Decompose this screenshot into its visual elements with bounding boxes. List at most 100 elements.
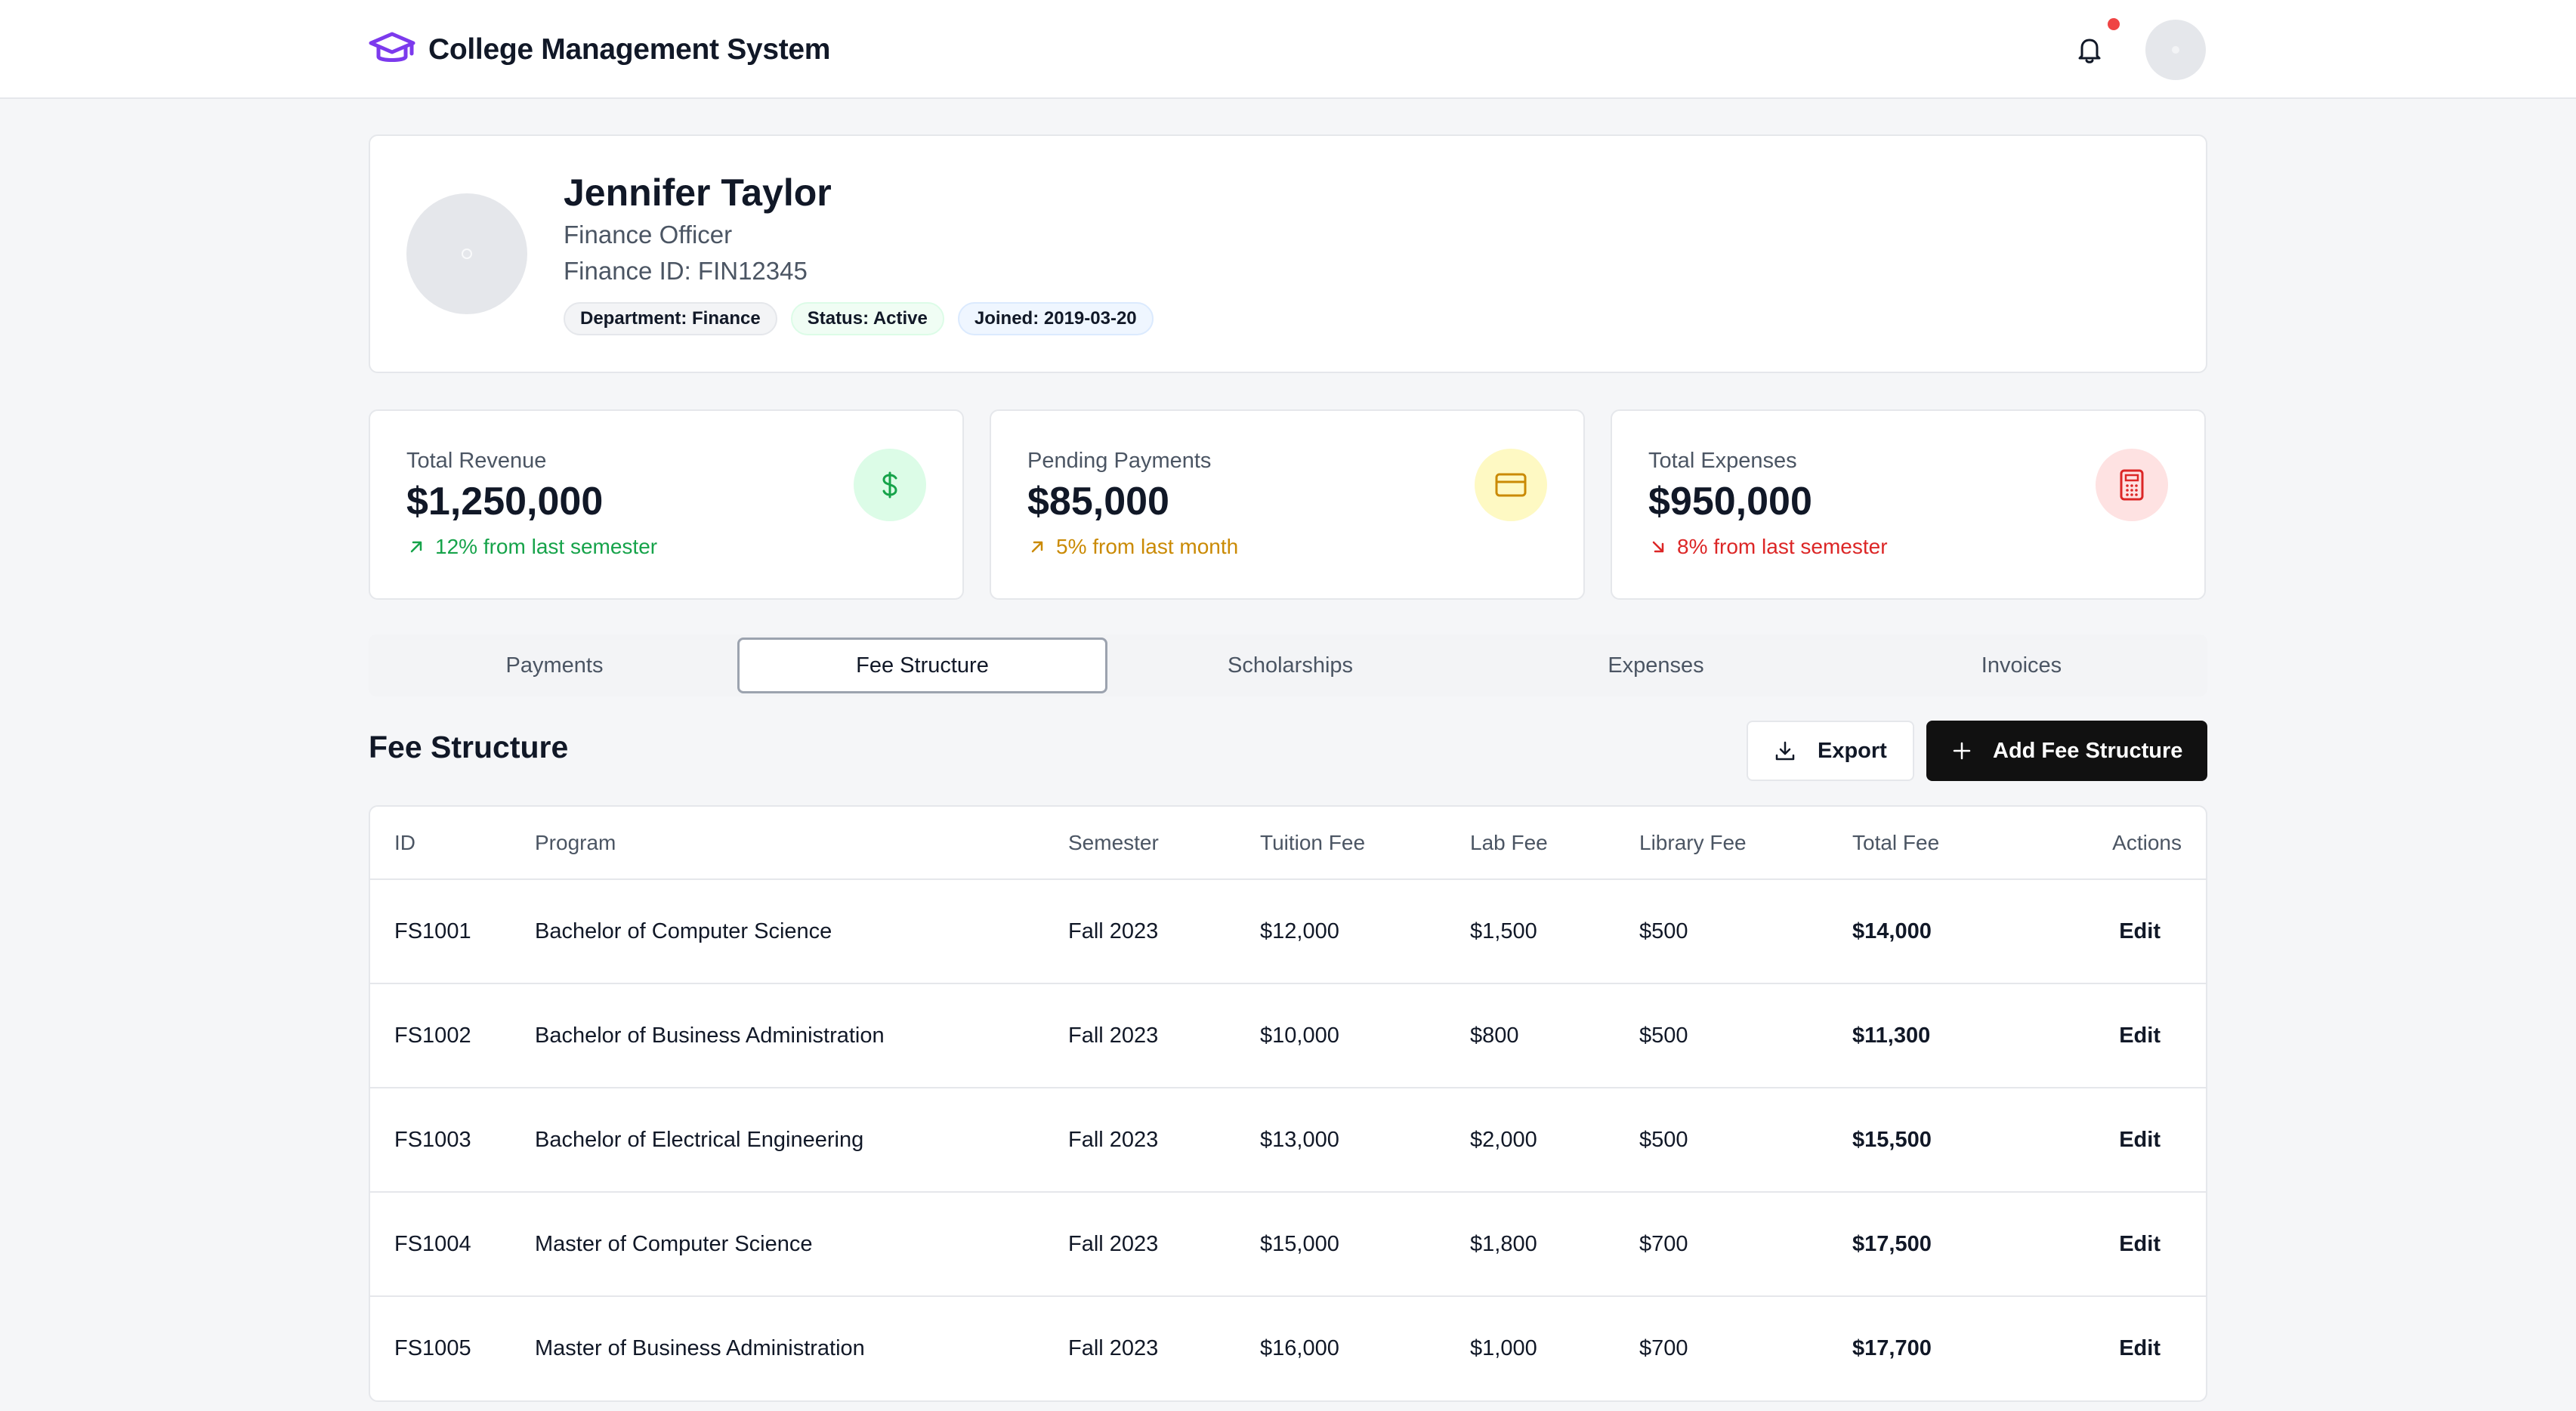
notification-indicator (2108, 18, 2120, 30)
tab-invoices[interactable]: Invoices (1839, 638, 2204, 693)
column-header-total-fee: Total Fee (1852, 807, 2079, 880)
section-title: Fee Structure (369, 730, 569, 764)
cell-library-fee: $700 (1639, 1192, 1852, 1297)
notification-bell-icon[interactable] (2076, 35, 2103, 65)
profile-name: Jennifer Taylor (564, 171, 832, 214)
fee-structure-table: ID Program Semester Tuition Fee Lab Fee … (370, 807, 2206, 1400)
cell-semester: Fall 2023 (1068, 1336, 1159, 1360)
stat-label: Total Revenue (406, 449, 547, 473)
stat-value: $1,250,000 (406, 480, 604, 523)
profile-finance-id: Finance ID: FIN12345 (564, 257, 808, 285)
arrow-up-right-icon (410, 541, 422, 553)
export-button[interactable]: Export (1747, 721, 1914, 781)
cell-id: FS1004 (370, 1192, 535, 1297)
graduation-cap-icon (369, 32, 415, 62)
stat-card-total-expenses: Total Expenses $950,000 8% from last sem… (1611, 409, 2206, 600)
cell-program: Master of Computer Science (535, 1192, 1068, 1297)
table-row: FS1003 Bachelor of Electrical Engineerin… (370, 1088, 2206, 1193)
edit-button[interactable]: Edit (2079, 983, 2206, 1088)
table-header-row: ID Program Semester Tuition Fee Lab Fee … (370, 807, 2206, 880)
cell-library-fee: $500 (1639, 1088, 1852, 1193)
cell-total-fee: $14,000 (1852, 879, 2079, 984)
cell-semester: Fall 2023 (1068, 1192, 1260, 1297)
cell-library-fee: $500 (1639, 983, 1852, 1088)
tab-scholarships[interactable]: Scholarships (1107, 638, 1473, 693)
edit-button[interactable]: Edit (2079, 1192, 2206, 1297)
cell-program: Bachelor of Computer Science (535, 879, 1068, 984)
tab-fee-structure[interactable]: Fee Structure (737, 638, 1107, 693)
profile-avatar (406, 193, 527, 314)
credit-card-icon (1475, 449, 1547, 521)
cell-lab-fee: $1,000 (1470, 1336, 1537, 1360)
cell-semester: Fall 2023 (1068, 879, 1260, 984)
profile-badges: Department: Finance Status: Active Joine… (564, 302, 1154, 335)
profile-card: Jennifer Taylor Finance Officer Finance … (369, 134, 2207, 373)
add-fee-structure-button[interactable]: Add Fee Structure (1926, 721, 2207, 781)
cell-tuition-fee: $12,000 (1260, 879, 1470, 984)
cell-semester: Fall 2023 (1068, 983, 1260, 1088)
cell-lab-fee: $2,000 (1470, 1088, 1639, 1193)
stat-value: $950,000 (1648, 480, 1812, 523)
stat-trend: 8% from last semester (1648, 535, 1888, 559)
stat-value: $85,000 (1027, 480, 1169, 523)
edit-button[interactable]: Edit (2079, 1088, 2206, 1193)
edit-button[interactable]: Edit (2079, 879, 2206, 984)
fee-structure-table-card: ID Program Semester Tuition Fee Lab Fee … (369, 805, 2207, 1402)
column-header-id: ID (370, 807, 535, 880)
status-badge: Status: Active (790, 302, 944, 335)
cell-program: Master of Business Administration (535, 1336, 865, 1360)
calculator-icon (2096, 449, 2168, 521)
arrow-up-right-icon (1031, 541, 1043, 553)
cell-id: FS1002 (370, 983, 535, 1088)
edit-button[interactable]: Edit (2079, 1296, 2206, 1400)
dollar-icon (854, 449, 926, 521)
tab-expenses[interactable]: Expenses (1473, 638, 1839, 693)
finance-tabs: Payments Fee Structure Scholarships Expe… (369, 634, 2207, 696)
stat-card-pending-payments: Pending Payments $85,000 5% from last mo… (990, 409, 1585, 600)
top-navigation-bar: College Management System (0, 0, 2576, 99)
cell-program: Bachelor of Business Administration (535, 983, 1068, 1088)
column-header-program: Program (535, 807, 1068, 880)
stat-trend: 12% from last semester (406, 535, 657, 559)
profile-role: Finance Officer (564, 221, 733, 249)
stat-trend: 5% from last month (1027, 535, 1238, 559)
cell-tuition-fee: $13,000 (1260, 1088, 1470, 1193)
cell-tuition-fee: $10,000 (1260, 983, 1470, 1088)
cell-id: FS1003 (370, 1088, 535, 1193)
table-row: FS1004 Master of Computer Science Fall 2… (370, 1192, 2206, 1297)
cell-total-fee: $15,500 (1852, 1088, 2079, 1193)
cell-tuition-fee: $16,000 (1260, 1336, 1339, 1360)
stat-label: Pending Payments (1027, 449, 1212, 473)
add-button-label: Add Fee Structure (1993, 738, 2183, 763)
export-button-label: Export (1818, 738, 1887, 763)
column-header-library-fee: Library Fee (1639, 807, 1852, 880)
column-header-actions: Actions (2079, 807, 2206, 880)
table-row: FS1005 Master of Business Administration… (370, 1296, 2206, 1400)
department-badge: Department: Finance (564, 302, 777, 335)
cell-lab-fee: $1,500 (1470, 879, 1639, 984)
stat-trend-text: 12% from last semester (435, 535, 658, 558)
cell-id: FS1005 (394, 1336, 471, 1360)
cell-program: Bachelor of Electrical Engineering (535, 1088, 1068, 1193)
cell-lab-fee: $1,800 (1470, 1192, 1639, 1297)
column-header-lab-fee: Lab Fee (1470, 807, 1639, 880)
brand[interactable]: College Management System (368, 29, 830, 71)
cell-tuition-fee: $15,000 (1260, 1192, 1470, 1297)
stat-trend-text: 8% from last semester (1677, 535, 1888, 558)
cell-library-fee: $500 (1639, 879, 1852, 984)
cell-total-fee: $17,700 (1852, 1336, 1932, 1360)
column-header-semester: Semester (1068, 807, 1260, 880)
cell-semester: Fall 2023 (1068, 1088, 1260, 1193)
stat-label: Total Expenses (1648, 449, 1797, 473)
user-avatar[interactable] (2145, 20, 2206, 80)
tab-payments[interactable]: Payments (372, 638, 737, 693)
column-header-tuition-fee: Tuition Fee (1260, 807, 1470, 880)
cell-lab-fee: $800 (1470, 983, 1639, 1088)
cell-library-fee: $700 (1639, 1336, 1688, 1360)
app-title: College Management System (428, 33, 831, 66)
table-row: FS1001 Bachelor of Computer Science Fall… (370, 879, 2206, 984)
cell-total-fee: $11,300 (1852, 983, 2079, 1088)
stat-trend-text: 5% from last month (1056, 535, 1239, 558)
cell-total-fee: $17,500 (1852, 1192, 2079, 1297)
plus-icon (1953, 742, 1971, 760)
